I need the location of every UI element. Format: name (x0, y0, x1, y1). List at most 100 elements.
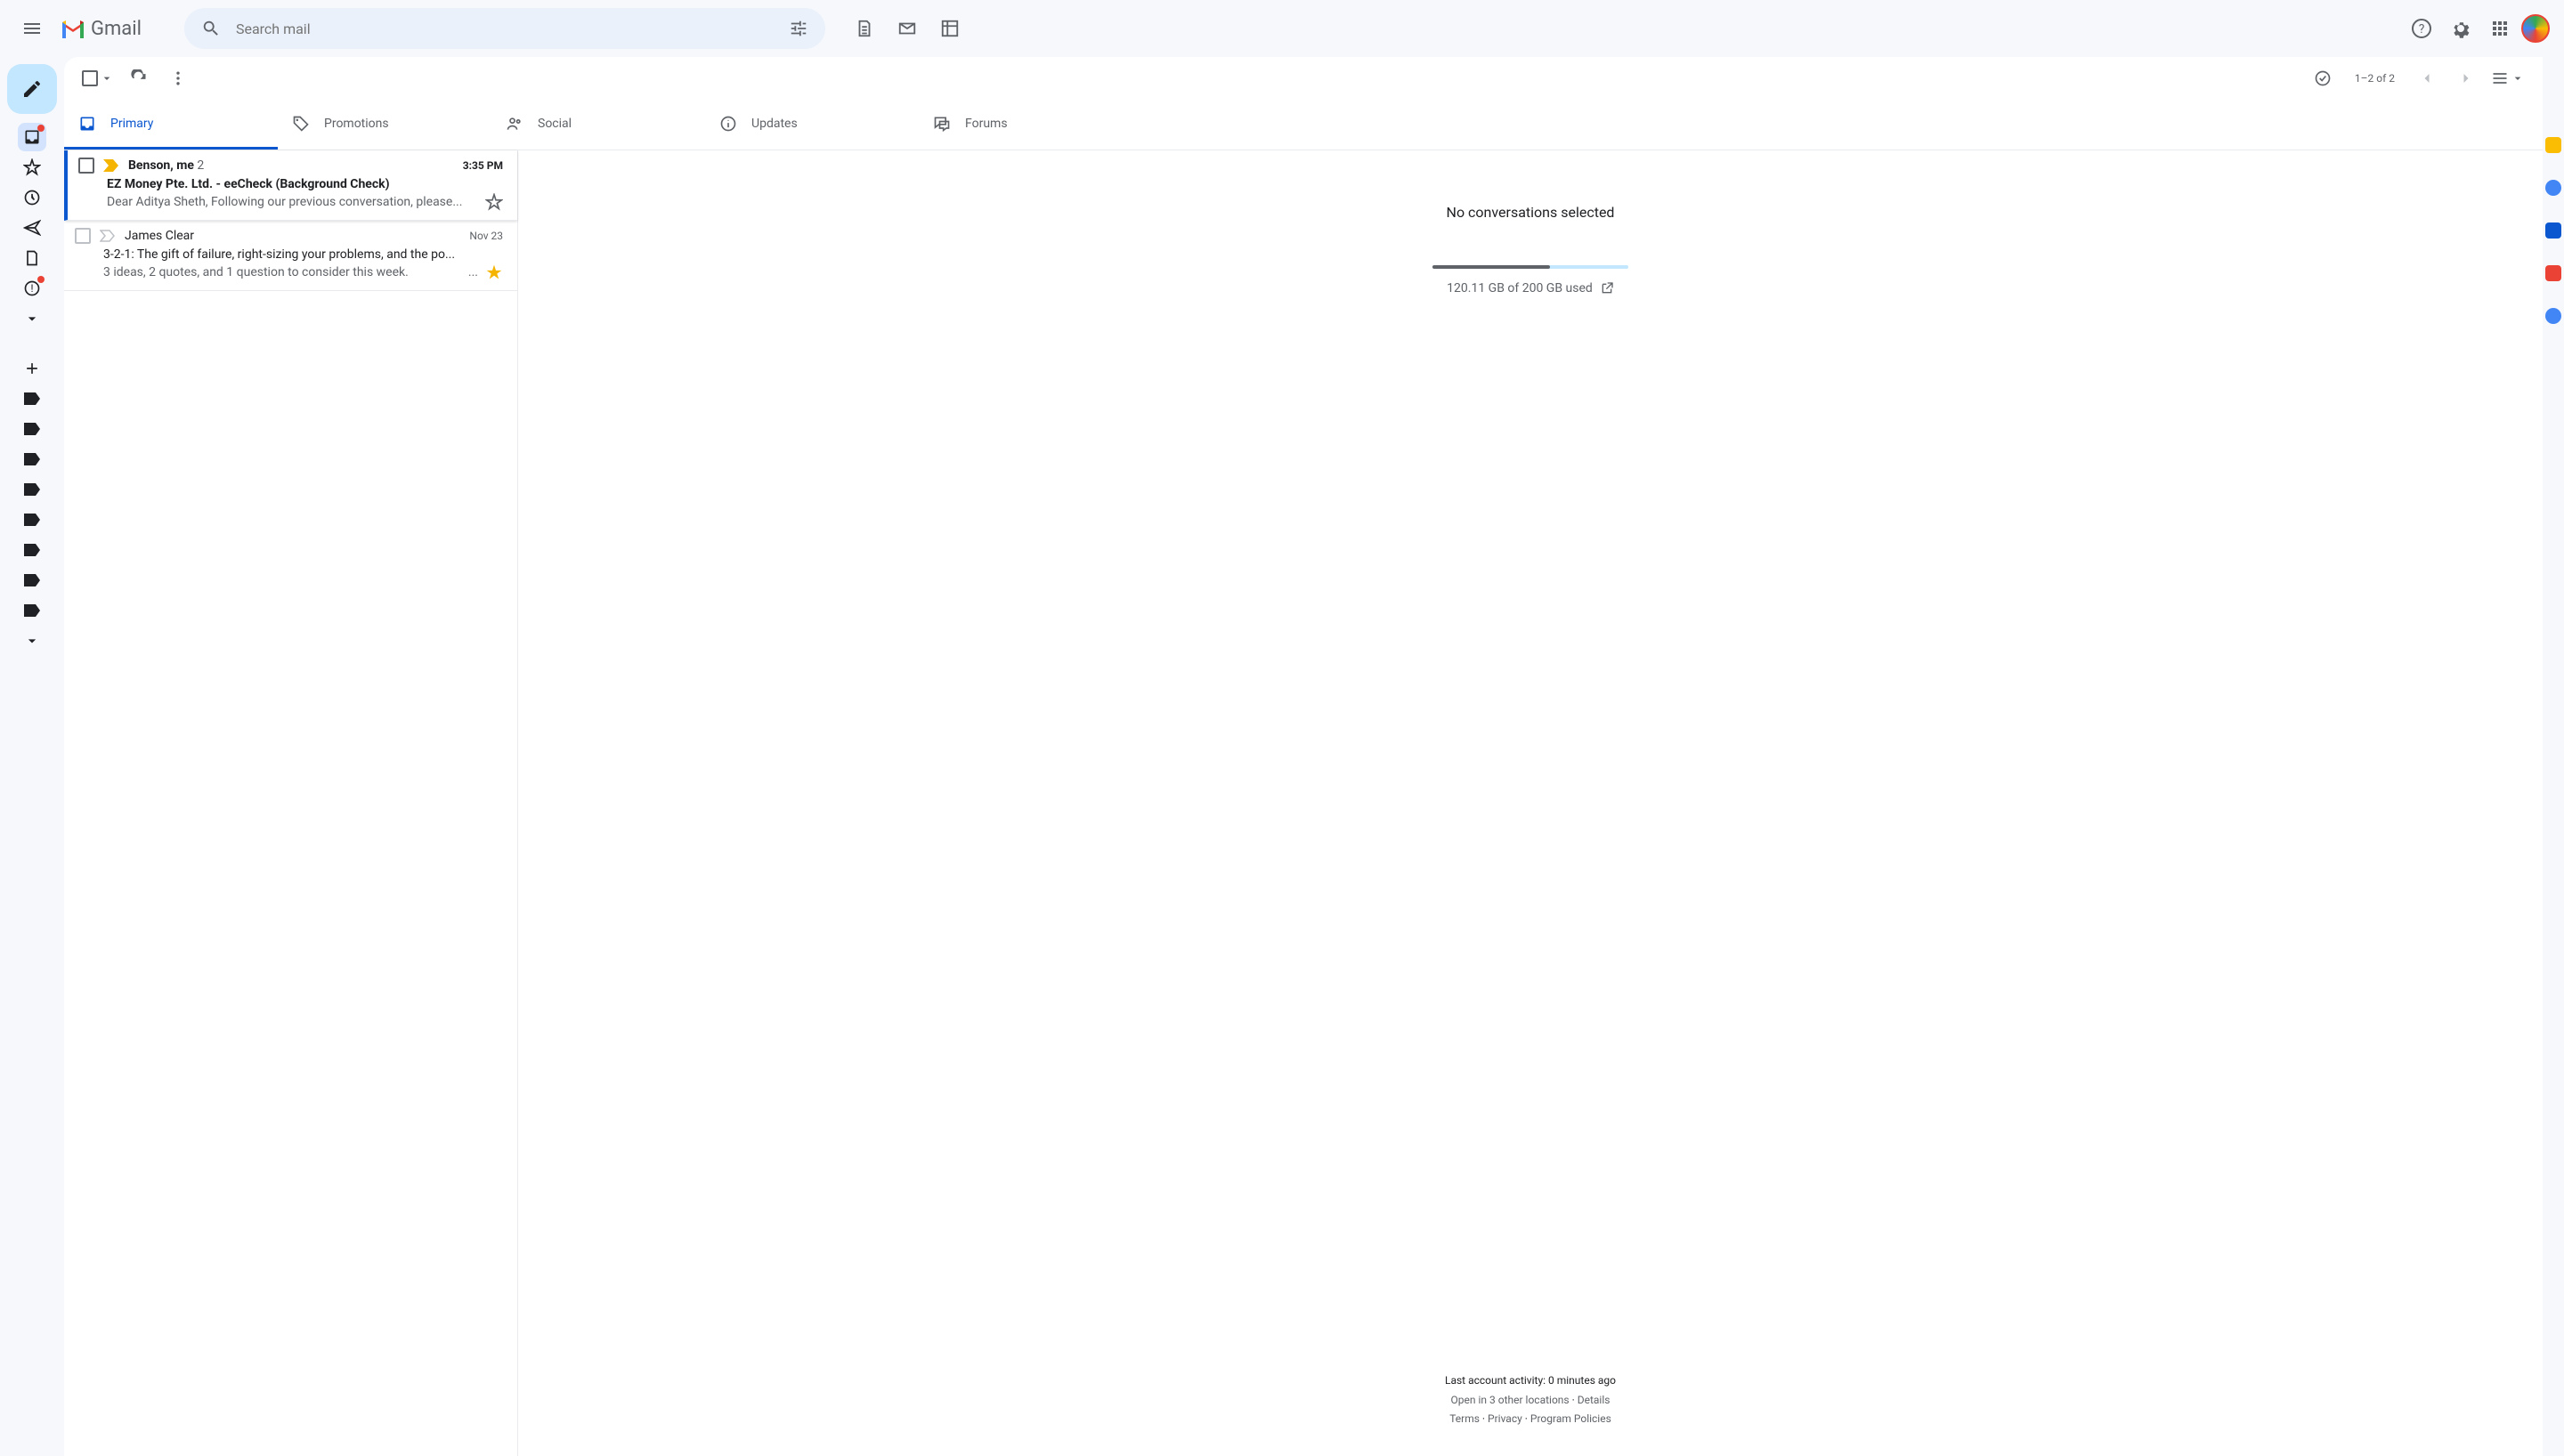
details-link[interactable]: Details (1578, 1394, 1611, 1406)
help-button[interactable]: ? (2404, 11, 2439, 46)
side-addon-4[interactable] (2545, 265, 2561, 281)
search-options-button[interactable] (781, 11, 816, 46)
offline-status[interactable] (2305, 61, 2341, 96)
nav-inbox[interactable] (18, 123, 46, 151)
row-checkbox[interactable] (78, 158, 94, 174)
gear-icon (2450, 18, 2471, 39)
privacy-link[interactable]: Privacy (1488, 1412, 1522, 1425)
search-icon (201, 19, 221, 38)
search-button[interactable] (193, 11, 229, 46)
tab-primary[interactable]: Primary (64, 100, 278, 150)
menu-button[interactable] (14, 11, 50, 46)
category-tabs: Primary Promotions Social Updates Forums (64, 100, 2543, 150)
star-icon (23, 158, 41, 176)
importance-marker-icon[interactable] (103, 159, 119, 172)
email-row[interactable]: Benson, me 2 3:35 PM EZ Money Pte. Ltd. … (64, 150, 517, 221)
tab-label: Primary (110, 117, 153, 131)
nav-label-2[interactable] (18, 415, 46, 443)
email-row[interactable]: James Clear Nov 23 3-2-1: The gift of fa… (64, 221, 517, 291)
nav-label-1[interactable] (18, 384, 46, 413)
nav-label-3[interactable] (18, 445, 46, 473)
side-addon-1[interactable] (2545, 137, 2561, 153)
terms-link[interactable]: Terms (1449, 1412, 1480, 1425)
settings-button[interactable] (2443, 11, 2479, 46)
importance-marker-icon[interactable] (100, 230, 116, 242)
tab-promotions[interactable]: Promotions (278, 100, 491, 150)
chevron-left-icon (2418, 69, 2436, 87)
locations-link[interactable]: Open in 3 other locations (1451, 1394, 1570, 1406)
grid-icon (940, 19, 960, 38)
search-input[interactable] (229, 20, 781, 37)
label-icon (24, 423, 40, 435)
inbox-icon (78, 115, 96, 133)
prev-page-button[interactable] (2409, 61, 2445, 96)
tab-forums[interactable]: Forums (919, 100, 1132, 150)
inbox-icon (23, 128, 41, 146)
apps-icon (2489, 18, 2511, 39)
compose-button[interactable] (7, 64, 57, 114)
nav-label-8[interactable] (18, 596, 46, 625)
nav-more[interactable] (18, 304, 46, 333)
nav-starred[interactable] (18, 153, 46, 182)
clock-icon (23, 189, 41, 206)
tab-updates[interactable]: Updates (705, 100, 919, 150)
gmail-logo[interactable]: Gmail (61, 18, 142, 40)
spam-icon: ! (23, 279, 41, 297)
nav-sent[interactable] (18, 214, 46, 242)
label-icon (24, 574, 40, 586)
refresh-icon (130, 69, 148, 87)
side-addon-2[interactable] (2545, 180, 2561, 196)
addon-2[interactable] (889, 11, 925, 46)
caret-down-icon (2511, 71, 2525, 85)
addon-3[interactable] (932, 11, 968, 46)
send-icon (23, 219, 41, 237)
people-icon (506, 115, 523, 133)
subject: 3-2-1: The gift of failure, right-sizing… (103, 247, 503, 262)
chevron-down-icon (23, 310, 41, 328)
nav-drafts[interactable] (18, 244, 46, 272)
nav-spam[interactable]: ! (18, 274, 46, 303)
snippet: 3 ideas, 2 quotes, and 1 question to con… (103, 265, 461, 279)
open-in-new-icon[interactable] (1600, 281, 1614, 295)
nav-label-6[interactable] (18, 536, 46, 564)
storage-bar (1432, 265, 1628, 269)
label-icon (24, 453, 40, 465)
split-pane-button[interactable] (2487, 61, 2528, 96)
addon-1[interactable] (847, 11, 882, 46)
side-addon-5[interactable] (2545, 308, 2561, 324)
tab-social[interactable]: Social (491, 100, 705, 150)
refresh-button[interactable] (121, 61, 157, 96)
apps-button[interactable] (2482, 11, 2518, 46)
star-icon[interactable] (485, 193, 503, 211)
pager-text: 1–2 of 2 (2344, 72, 2406, 85)
nav-labels-more[interactable] (18, 627, 46, 655)
nav-label-4[interactable] (18, 475, 46, 504)
label-icon (24, 604, 40, 617)
more-vert-icon (169, 69, 187, 87)
email-list: Benson, me 2 3:35 PM EZ Money Pte. Ltd. … (64, 150, 518, 1456)
chevron-down-icon (23, 632, 41, 650)
nav-label-7[interactable] (18, 566, 46, 595)
mail-settings-icon (897, 19, 917, 38)
storage-fill (1432, 265, 1550, 269)
side-addon-3[interactable] (2545, 222, 2561, 239)
row-checkbox[interactable] (75, 228, 91, 244)
next-page-button[interactable] (2448, 61, 2484, 96)
star-icon[interactable] (485, 263, 503, 281)
storage-text: 120.11 GB of 200 GB used (1447, 281, 1614, 295)
more-button[interactable] (160, 61, 196, 96)
nav-snoozed[interactable] (18, 183, 46, 212)
tab-label: Social (538, 117, 572, 131)
nav-new-label[interactable] (18, 354, 46, 383)
policies-link[interactable]: Program Policies (1530, 1412, 1611, 1425)
nav-rail: ! (0, 57, 64, 1456)
label-icon (24, 392, 40, 405)
select-all-checkbox[interactable] (78, 61, 118, 96)
plus-icon (23, 360, 41, 377)
tag-icon (292, 115, 310, 133)
nav-label-5[interactable] (18, 506, 46, 534)
tune-icon (789, 19, 808, 38)
account-avatar[interactable] (2521, 14, 2550, 43)
search-bar[interactable] (184, 8, 825, 49)
hamburger-icon (21, 18, 43, 39)
